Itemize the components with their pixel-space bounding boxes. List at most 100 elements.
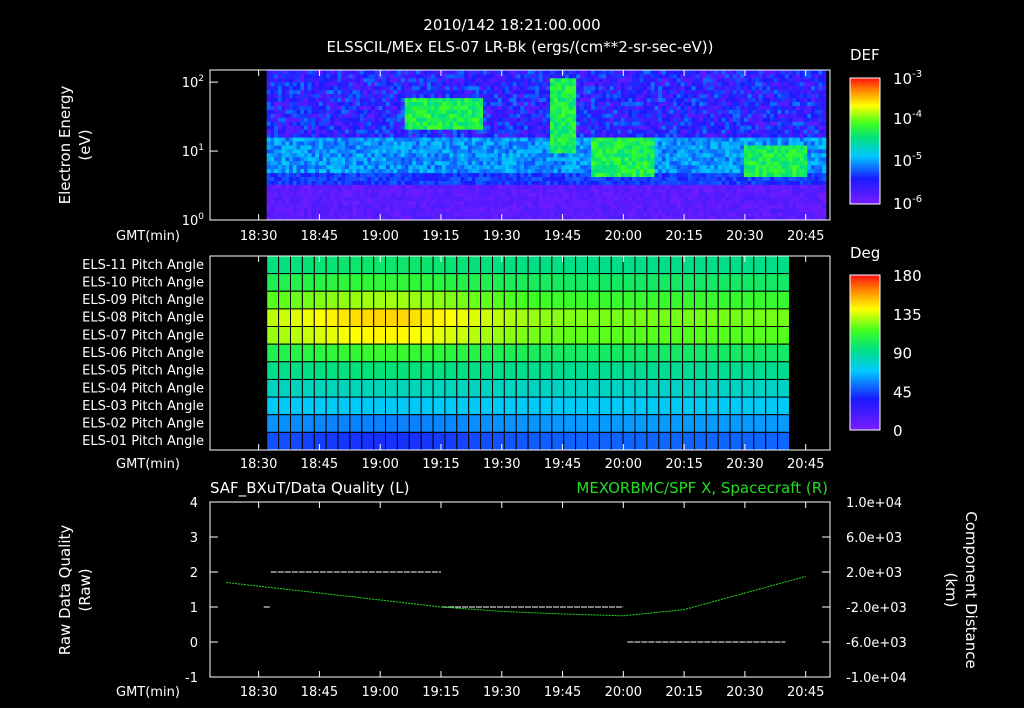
spectrogram-cell xyxy=(397,188,402,193)
spectrogram-cell xyxy=(680,180,685,185)
spectrogram-cell xyxy=(296,148,301,154)
spectrogram-cell xyxy=(688,156,693,162)
spectrogram-cell xyxy=(557,160,562,166)
spectrogram-cell xyxy=(706,97,711,102)
spectrogram-cell xyxy=(717,172,722,177)
spectrogram-cell xyxy=(576,145,581,150)
spectrogram-cell xyxy=(755,168,760,174)
spectrogram-cell xyxy=(371,160,376,166)
spectrogram-cell xyxy=(736,204,741,209)
spectrogram-cell xyxy=(270,168,275,174)
spectrogram-cell xyxy=(550,101,555,106)
spectrogram-cell xyxy=(606,172,611,177)
spectrogram-cell xyxy=(661,184,666,189)
spectrogram-cell xyxy=(673,184,678,189)
spectrogram-cell xyxy=(591,192,596,197)
spectrogram-cell xyxy=(505,133,510,138)
spectrogram-cell xyxy=(505,70,510,75)
spectrogram-cell xyxy=(647,81,652,87)
spectrogram-cell xyxy=(527,73,532,79)
spectrogram-cell xyxy=(568,93,573,99)
spectrogram-cell xyxy=(721,188,726,193)
spectrogram-cell xyxy=(501,145,506,150)
spectrogram-cell xyxy=(434,77,439,83)
spectrogram-cell xyxy=(598,200,603,205)
spectrogram-cell xyxy=(378,89,383,95)
spectrogram-cell xyxy=(743,105,748,110)
spectrogram-cell xyxy=(561,212,566,217)
spectrogram-cell xyxy=(647,113,652,118)
spectrogram-cell xyxy=(315,125,320,130)
spectrogram-cell xyxy=(322,141,327,146)
spectrogram-cell xyxy=(483,97,488,102)
spectrogram-cell xyxy=(326,145,331,150)
spectrogram-cell xyxy=(486,101,491,106)
spectrogram-cell xyxy=(415,105,420,110)
spectrogram-cell xyxy=(337,160,342,166)
spectrogram-cell xyxy=(680,97,685,102)
spectrogram-cell xyxy=(348,180,353,185)
spectrogram-cell xyxy=(691,81,696,87)
spectrogram-cell xyxy=(561,70,566,75)
spectrogram-cell xyxy=(617,188,622,193)
spectrogram-cell xyxy=(393,129,398,134)
spectrogram-cell xyxy=(695,204,700,209)
spectrogram-cell xyxy=(311,70,316,75)
spectrogram-cell xyxy=(479,101,484,106)
spectrogram-cell xyxy=(531,188,536,193)
spectrogram-cell xyxy=(583,204,588,209)
spectrogram-cell xyxy=(598,85,603,91)
spectrogram-cell xyxy=(337,196,342,201)
spectrogram-cell xyxy=(613,145,618,150)
spectrogram-cell xyxy=(520,73,525,79)
spectrogram-cell xyxy=(430,152,435,158)
spectrogram-cell xyxy=(266,97,271,102)
spectrogram-cell xyxy=(509,184,514,189)
spectrogram-cell xyxy=(613,89,618,95)
spectrogram-cell xyxy=(289,184,294,189)
spectrogram-cell xyxy=(363,152,368,158)
spectrogram-cell xyxy=(524,73,529,79)
spectrogram-cell xyxy=(516,208,521,213)
spectrogram-cell xyxy=(408,125,413,130)
spectrogram-cell xyxy=(475,101,480,106)
spectrogram-cell xyxy=(725,141,730,146)
spectrogram-cell xyxy=(471,93,476,99)
spectrogram-cell xyxy=(531,81,536,87)
spectrogram-cell xyxy=(363,89,368,95)
spectrogram-cell xyxy=(449,188,454,193)
spectrogram-cell xyxy=(732,133,737,138)
spectrogram-cell xyxy=(468,113,473,118)
spectrogram-cell xyxy=(274,125,279,130)
spectrogram-cell xyxy=(315,137,320,142)
spectrogram-cell xyxy=(743,117,748,122)
spectrogram-cell xyxy=(490,125,495,130)
spectrogram-cell xyxy=(419,117,424,122)
spectrogram-cell xyxy=(371,77,376,83)
spectrogram-cell xyxy=(468,208,473,213)
spectrogram-cell xyxy=(285,141,290,146)
spectrogram-cell xyxy=(490,77,495,83)
spectrogram-cell xyxy=(699,117,704,122)
spectrogram-cell xyxy=(505,125,510,130)
spectrogram-cell xyxy=(337,97,342,102)
spectrogram-cell xyxy=(456,141,461,146)
spectrogram-cell xyxy=(315,105,320,110)
spectrogram-cell xyxy=(285,129,290,134)
spectrogram-cell xyxy=(602,73,607,79)
spectrogram-cell xyxy=(598,133,603,138)
spectrogram-cell xyxy=(684,188,689,193)
spectrogram-cell xyxy=(557,133,562,138)
spectrogram-cell xyxy=(464,168,469,174)
spectrogram-cell xyxy=(751,81,756,87)
spectrogram-cell xyxy=(270,208,275,213)
spectrogram-cell xyxy=(706,192,711,197)
spectrogram-cell xyxy=(434,200,439,205)
spectrogram-cell xyxy=(669,109,674,114)
spectrogram-cell xyxy=(393,133,398,138)
spectrogram-cell xyxy=(617,109,622,114)
spectrogram-cell xyxy=(438,70,443,75)
spectrogram-cell xyxy=(483,180,488,185)
spectrogram-cell xyxy=(635,133,640,138)
spectrogram-cell xyxy=(747,121,752,126)
